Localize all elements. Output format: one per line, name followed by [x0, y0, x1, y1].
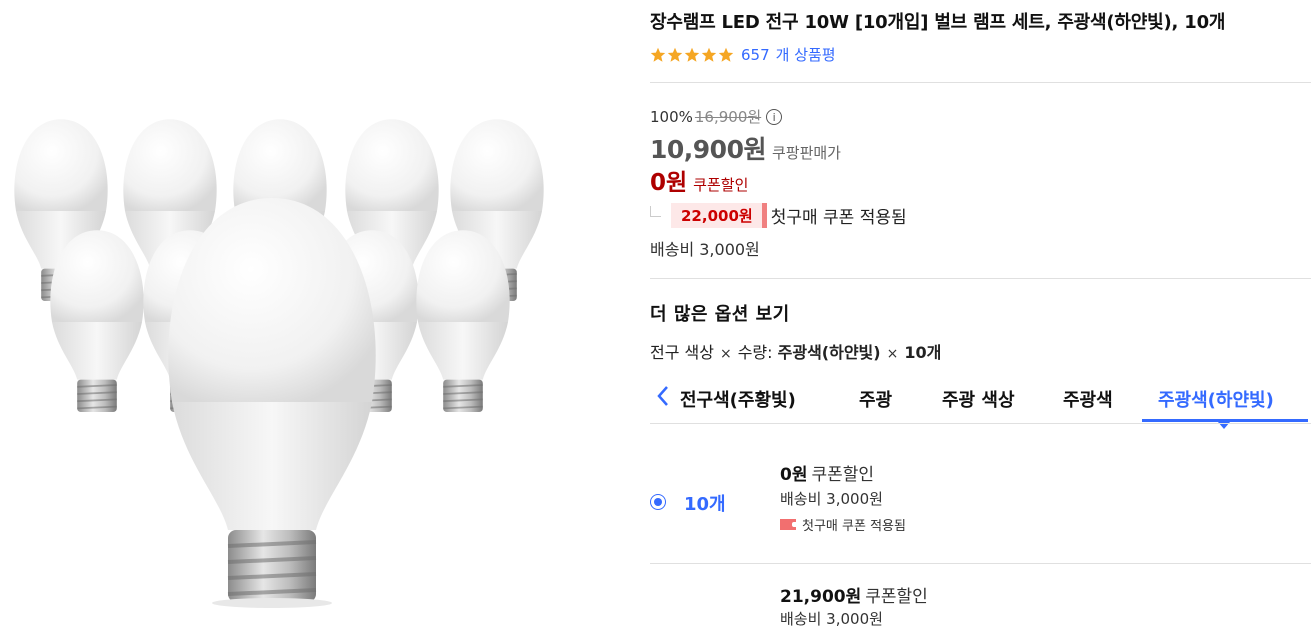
review-suffix[interactable]: 개 상품평 [776, 44, 836, 65]
option-dim-color: 전구 색상 [650, 343, 714, 362]
option-item-price: 0원 [780, 465, 808, 485]
discount-rate: 100% [650, 107, 693, 126]
chevron-left-icon[interactable] [654, 384, 672, 408]
coupon-ribbon-icon [780, 519, 796, 530]
option-item-price-label: 쿠폰할인 [811, 465, 875, 485]
tab-option-5[interactable]: 주광색(하얀빛) [1158, 386, 1274, 412]
coupon-label: 쿠폰할인 [693, 176, 749, 194]
review-count[interactable]: 657 [741, 46, 770, 64]
light-bulbs-image [13, 118, 545, 608]
coupon-price-row: 0원 쿠폰할인 [650, 163, 748, 197]
sale-price: 10,900원 [650, 135, 766, 164]
option-item-name[interactable]: 10개 [684, 490, 726, 516]
divider [650, 563, 1311, 564]
selected-option-summary: 전구 색상 × 수량: 주광색(하얀빛) × 10개 [650, 339, 941, 363]
product-image[interactable] [0, 0, 600, 613]
tab-option-3[interactable]: 주광 색상 [942, 386, 1015, 412]
discount-row: 100% 16,900원 i [650, 106, 783, 127]
times-icon: × [886, 346, 899, 362]
divider [650, 278, 1311, 279]
option-item-first-purchase: 첫구매 쿠폰 적용됨 [780, 515, 906, 534]
times-icon: × [719, 346, 732, 362]
option-tabs: 전구색(주황빛) 주광 주광 색상 주광색 주광색(하얀빛) [650, 378, 1308, 429]
tab-option-4[interactable]: 주광색 [1063, 386, 1113, 412]
option-item-price-label: 쿠폰할인 [865, 587, 928, 607]
option-dim-qty: 수량: [737, 343, 773, 362]
selected-option-value: 주광색(하얀빛) [777, 343, 881, 362]
options-section-title: 더 많은 옵션 보기 [650, 304, 790, 325]
tab-option-1[interactable]: 전구색(주황빛) [680, 386, 796, 412]
option-item-shipping: 배송비 3,000원 [780, 610, 883, 628]
option-item-first-label: 첫구매 쿠폰 적용됨 [802, 519, 906, 534]
sale-price-label: 쿠팡판매가 [771, 144, 841, 162]
tab-option-2[interactable]: 주광 [859, 386, 892, 412]
option-item-shipping: 배송비 3,000원 [780, 490, 883, 508]
option-radio-selected[interactable] [650, 494, 666, 510]
shipping-fee: 배송비 3,000원 [650, 240, 760, 259]
sale-price-row: 10,900원 쿠팡판매가 [650, 130, 841, 166]
corner-indicator-icon [650, 206, 661, 217]
selected-option-qty: 10개 [904, 343, 942, 362]
product-rating[interactable]: 657 개 상품평 [650, 44, 836, 65]
info-icon[interactable]: i [766, 108, 783, 125]
option-item-price-row: 21,900원 쿠폰할인 [780, 582, 928, 607]
first-purchase-label: 첫구매 쿠폰 적용됨 [770, 208, 907, 228]
first-purchase-row: 22,000원 첫구매 쿠폰 적용됨 [650, 203, 907, 228]
star-icon [667, 47, 683, 62]
star-icon [701, 47, 717, 62]
option-item-price: 21,900원 [780, 587, 862, 607]
divider [650, 423, 1311, 424]
star-icon [650, 47, 666, 62]
divider [650, 82, 1311, 83]
first-purchase-price: 22,000원 [671, 203, 767, 228]
star-icon [718, 47, 734, 62]
product-title: 장수램프 LED 전구 10W [10개입] 벌브 램프 세트, 주광색(하얀빛… [650, 12, 1226, 33]
coupon-price: 0원 [650, 170, 688, 196]
original-price: 16,900원 [694, 108, 762, 126]
option-item-price-row: 0원 쿠폰할인 [780, 460, 874, 485]
star-icon [684, 47, 700, 62]
